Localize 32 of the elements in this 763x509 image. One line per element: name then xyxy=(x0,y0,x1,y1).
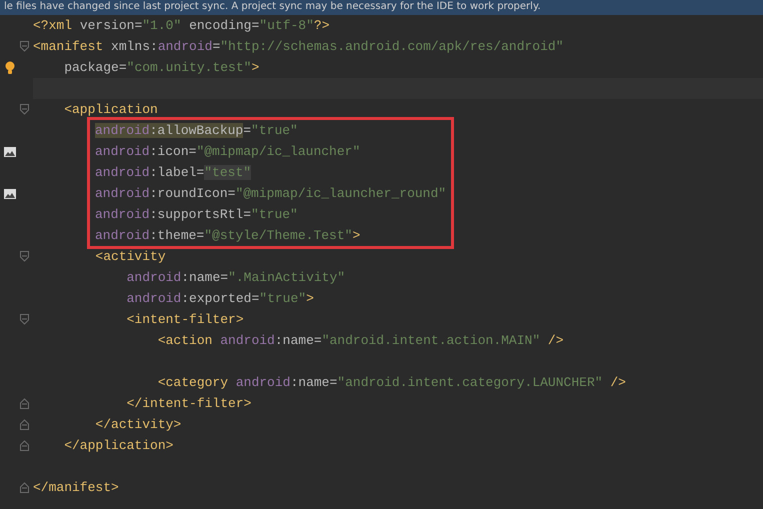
code-line: </activity> xyxy=(94,417,182,432)
lightbulb-icon xyxy=(5,60,15,74)
fold-icon xyxy=(20,440,29,451)
fold-icon xyxy=(20,314,29,325)
fold-icon xyxy=(20,251,29,262)
code-line: <application xyxy=(63,102,158,117)
code-line: android:supportsRtl="true" xyxy=(95,207,298,222)
fold-icon xyxy=(20,398,29,409)
code-line: <action android:name="android.intent.action.MAIN" /> xyxy=(156,333,564,348)
notification-banner: le files have changed since last project sync. A project sync may be necessary for the IDE to work properly. xyxy=(0,0,763,15)
code-line: android:label="test" xyxy=(95,165,252,180)
code-line: <manifest xmlns:android="http://schemas.android.com/apk/res/android" xyxy=(33,39,564,54)
code-line: android:icon="@mipmap/ic_launcher" xyxy=(95,144,360,159)
code-line: </manifest> xyxy=(33,480,119,495)
code-line: android:allowBackup="true" xyxy=(95,123,298,138)
image-icon xyxy=(4,146,16,156)
fold-icon xyxy=(20,41,29,52)
fold-icon xyxy=(20,104,29,115)
code-line: android:roundIcon="@mipmap/ic_launcher_round" xyxy=(95,186,446,201)
image-icon xyxy=(4,188,16,198)
code-line: <category android:name="android.intent.category.LAUNCHER" /> xyxy=(156,375,626,390)
code-line: android:exported="true"> xyxy=(126,291,314,306)
code-line: <activity xyxy=(94,249,166,264)
code-line: <intent-filter> xyxy=(126,312,244,327)
code-line: package="com.unity.test"> xyxy=(63,60,260,75)
code-line: android:theme="@style/Theme.Test"> xyxy=(95,228,360,243)
fold-icon xyxy=(20,419,29,430)
code-line: android:name=".MainActivity" xyxy=(126,270,346,285)
code-line: </application> xyxy=(63,438,174,453)
code-line: </intent-filter> xyxy=(126,396,252,411)
fold-icon xyxy=(20,482,29,493)
code-line: <?xml version="1.0" encoding="utf-8"?> xyxy=(33,18,330,33)
